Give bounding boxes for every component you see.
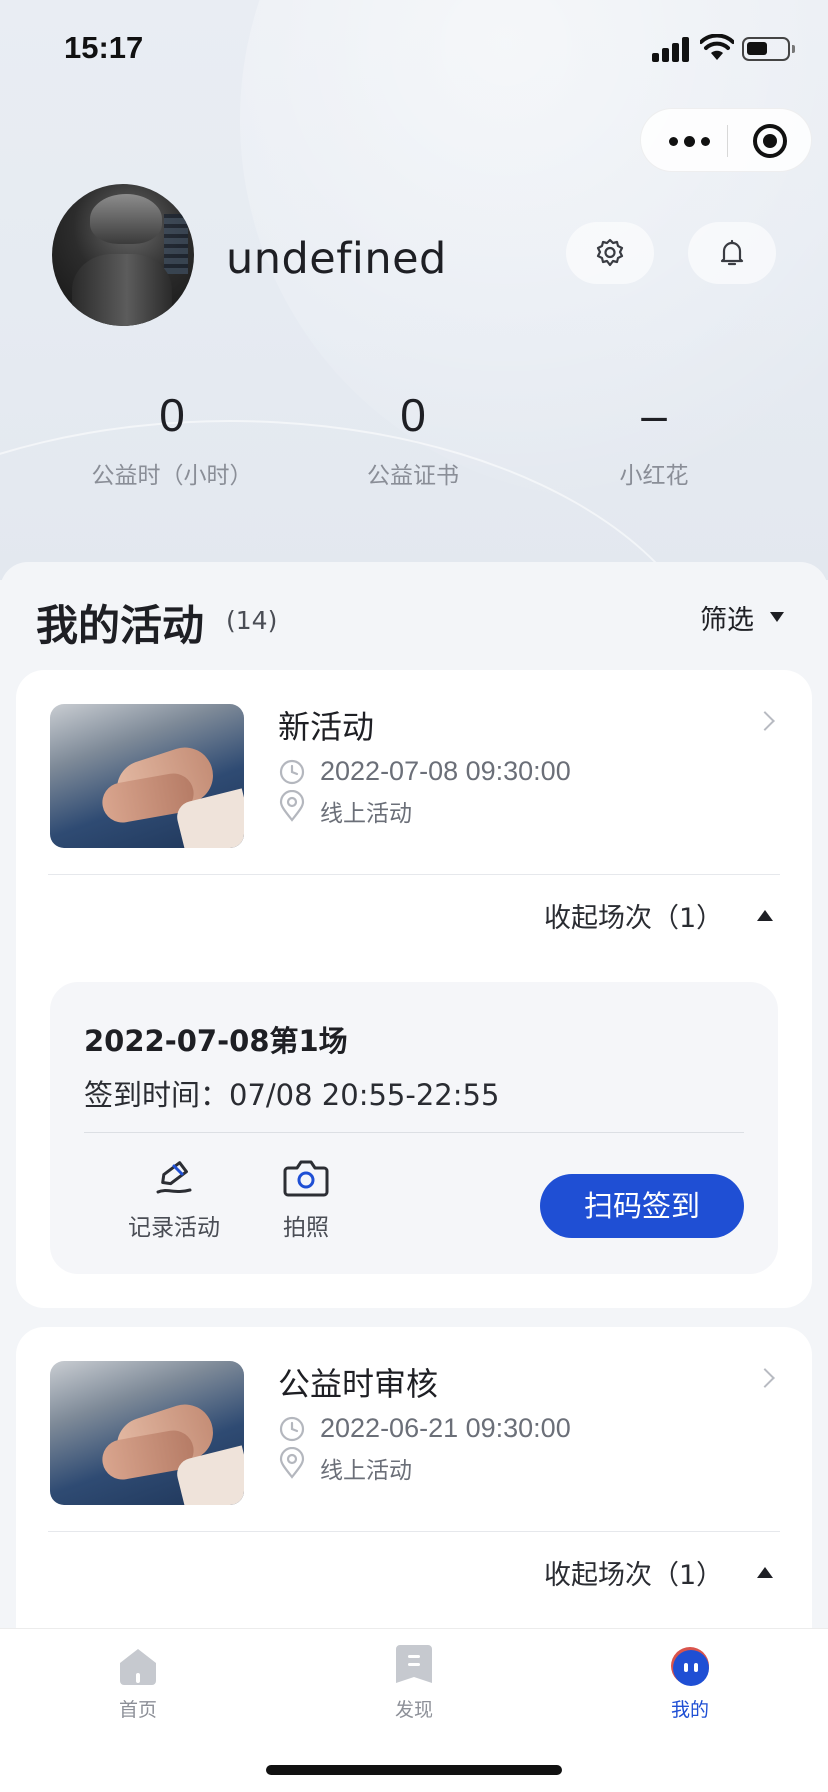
tab-mine[interactable]: 我的 xyxy=(620,1643,760,1722)
wifi-icon xyxy=(700,34,734,60)
status-time: 15:17 xyxy=(64,30,144,65)
take-photo-button[interactable]: 拍照 xyxy=(246,1158,366,1242)
session-panel: 2022-07-08第1场 签到时间：07/08 20:55-22:55 记录活… xyxy=(50,982,778,1274)
close-miniprogram-icon[interactable] xyxy=(745,121,795,161)
activity-title[interactable]: 新活动 xyxy=(278,702,374,748)
mine-icon xyxy=(671,1647,709,1686)
status-bar: 15:17 xyxy=(0,0,828,100)
tab-discover[interactable]: 发现 xyxy=(344,1643,484,1722)
stat-label: 公益时（小时） xyxy=(91,463,253,489)
home-indicator xyxy=(266,1765,562,1775)
more-icon[interactable] xyxy=(663,121,713,161)
capsule-divider xyxy=(727,125,728,157)
tool-label: 拍照 xyxy=(283,1215,329,1241)
my-activities-section: 我的活动 (14) 筛选 新活动 2022-07-08 09:30:00 线上活… xyxy=(0,562,828,1792)
avatar[interactable] xyxy=(52,184,194,326)
stat-value: 0 xyxy=(159,389,185,441)
section-count: (14) xyxy=(226,606,278,635)
chevron-right-icon[interactable] xyxy=(755,1368,775,1388)
collapse-sessions-button[interactable]: 收起场次（1） xyxy=(544,1553,723,1592)
activity-thumbnail[interactable] xyxy=(50,704,244,848)
stat-value: – xyxy=(641,389,667,441)
activity-card: 新活动 2022-07-08 09:30:00 线上活动 收起场次（1） 202… xyxy=(16,670,812,1308)
miniprogram-capsule xyxy=(640,108,812,172)
caret-up-icon[interactable] xyxy=(757,1567,773,1578)
settings-button[interactable] xyxy=(566,222,654,284)
stat-value: 0 xyxy=(400,389,426,441)
stat-label: 公益证书 xyxy=(367,463,459,489)
signal-icon xyxy=(652,36,692,62)
activity-location: 线上活动 xyxy=(320,1458,412,1484)
session-checkin-time: 签到时间：07/08 20:55-22:55 xyxy=(84,1078,500,1112)
caret-down-icon[interactable] xyxy=(770,612,784,622)
username: undefined xyxy=(226,234,447,284)
chevron-right-icon[interactable] xyxy=(755,711,775,731)
activity-datetime: 2022-06-21 09:30:00 xyxy=(320,1413,571,1443)
card-divider xyxy=(48,874,780,875)
card-divider xyxy=(48,1531,780,1532)
notification-button[interactable] xyxy=(688,222,776,284)
gear-icon xyxy=(596,238,624,267)
tab-label: 发现 xyxy=(394,1699,433,1721)
tab-label: 首页 xyxy=(118,1699,157,1721)
activity-datetime: 2022-07-08 09:30:00 xyxy=(320,756,571,786)
profile-page: 15:17 undefined 0 公益时（小时） 0 公益证书 – 小红花 我… xyxy=(0,0,828,1792)
session-divider xyxy=(84,1132,744,1133)
record-activity-button[interactable]: 记录活动 xyxy=(114,1158,234,1242)
stat-red-flowers[interactable]: – 小红花 xyxy=(534,388,774,490)
pen-icon xyxy=(156,1161,192,1194)
camera-icon xyxy=(283,1160,329,1197)
scan-checkin-button[interactable]: 扫码签到 xyxy=(540,1174,744,1238)
tool-label: 记录活动 xyxy=(128,1215,220,1241)
session-title: 2022-07-08第1场 xyxy=(84,1024,348,1058)
clock-icon xyxy=(279,1416,305,1442)
activity-thumbnail[interactable] xyxy=(50,1361,244,1505)
bell-icon xyxy=(720,239,744,266)
section-title: 我的活动 xyxy=(36,601,205,650)
caret-up-icon[interactable] xyxy=(757,910,773,921)
home-icon xyxy=(120,1649,156,1685)
clock-icon xyxy=(279,759,305,785)
stat-label: 小红花 xyxy=(619,463,689,489)
location-pin-icon xyxy=(279,790,305,822)
activity-title[interactable]: 公益时审核 xyxy=(278,1359,438,1405)
stat-certificates[interactable]: 0 公益证书 xyxy=(293,388,533,490)
filter-button[interactable]: 筛选 xyxy=(700,598,754,637)
stat-volunteer-hours[interactable]: 0 公益时（小时） xyxy=(52,388,292,490)
tab-label: 我的 xyxy=(670,1699,709,1721)
collapse-sessions-button[interactable]: 收起场次（1） xyxy=(544,896,723,935)
battery-icon xyxy=(742,37,795,61)
activity-location: 线上活动 xyxy=(320,801,412,827)
discover-icon xyxy=(396,1645,432,1683)
tab-home[interactable]: 首页 xyxy=(68,1643,208,1722)
location-pin-icon xyxy=(279,1447,305,1479)
